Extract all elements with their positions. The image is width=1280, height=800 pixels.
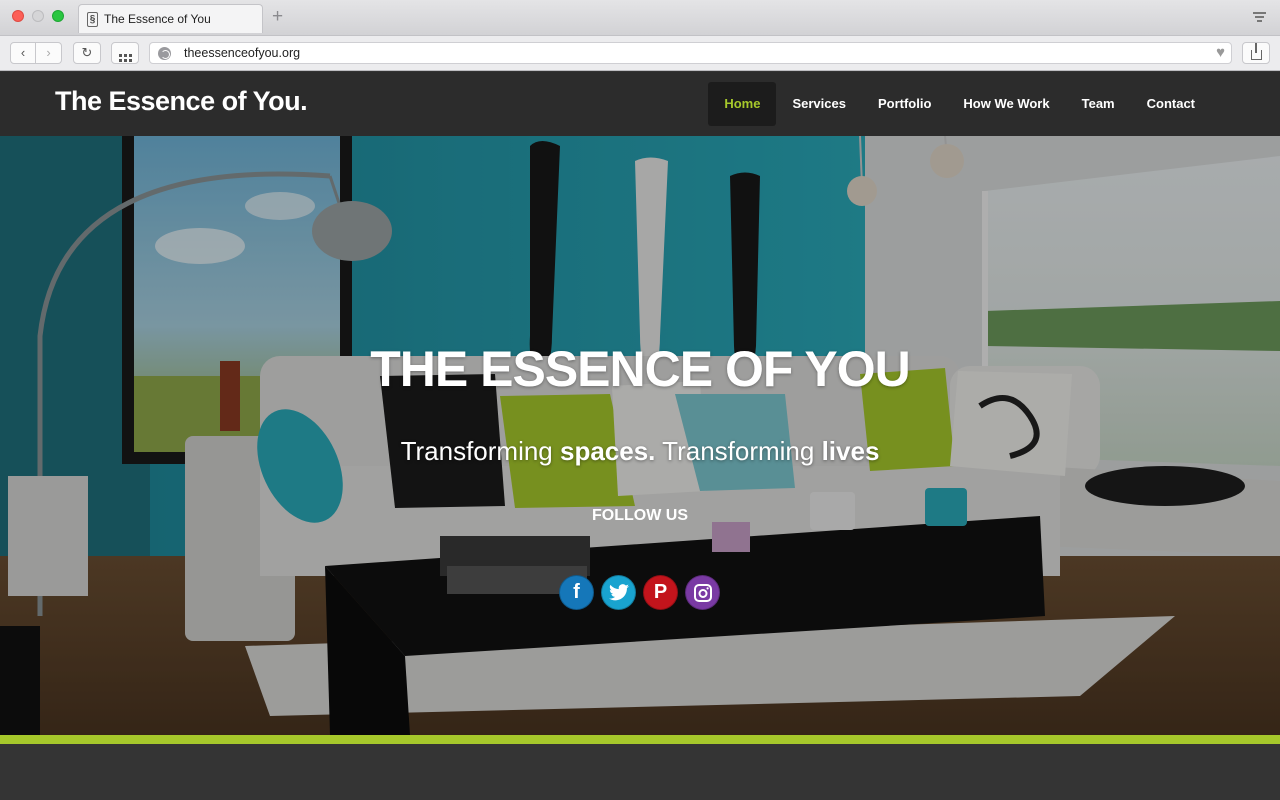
nav-contact[interactable]: Contact (1131, 82, 1211, 126)
hero-subtitle-part4: lives (821, 436, 880, 466)
hero-section: THE ESSENCE OF YOU Transforming spaces. … (0, 136, 1280, 735)
pinterest-icon[interactable]: P (643, 575, 678, 610)
hero-title: THE ESSENCE OF YOU (0, 340, 1280, 398)
share-icon (1250, 43, 1262, 60)
hero-title-part2: ESSENCE (480, 341, 713, 397)
tab-title: The Essence of You (104, 12, 211, 26)
globe-icon (158, 47, 171, 60)
nav-home[interactable]: Home (708, 82, 777, 126)
heart-icon[interactable]: ♥ (1216, 44, 1225, 62)
url-text: theessenceofyou.org (184, 46, 301, 60)
nav-services[interactable]: Services (776, 82, 862, 126)
twitter-icon[interactable] (601, 575, 636, 610)
grid-icon (118, 54, 132, 62)
favicon-icon: § (87, 12, 98, 27)
close-window-button[interactable] (12, 10, 24, 22)
follow-us-label: FOLLOW US (592, 507, 688, 524)
new-tab-button[interactable]: + (272, 7, 283, 27)
address-bar[interactable]: theessenceofyou.org ♥ (149, 42, 1232, 64)
nav-how-we-work[interactable]: How We Work (947, 82, 1065, 126)
hero-subtitle-part1: Transforming (400, 436, 560, 466)
hero-title-part1: THE (370, 341, 481, 397)
accent-divider (0, 735, 1280, 744)
nav-team[interactable]: Team (1066, 82, 1131, 126)
nav-portfolio[interactable]: Portfolio (862, 82, 947, 126)
share-button[interactable] (1242, 42, 1270, 64)
reload-button[interactable]: ↻ (73, 42, 101, 64)
hero-subtitle-part2: spaces. (560, 436, 656, 466)
minimize-window-button[interactable] (32, 10, 44, 22)
back-button[interactable]: ‹ (10, 42, 36, 64)
zoom-window-button[interactable] (52, 10, 64, 22)
site-header: The Essence of You. Home Services Portfo… (0, 72, 1280, 136)
social-links: f P (559, 575, 720, 610)
forward-button[interactable]: › (36, 42, 62, 64)
main-nav: Home Services Portfolio How We Work Team… (708, 82, 1211, 126)
hero-subtitle-part3: Transforming (655, 436, 822, 466)
hero-title-part3: OF (712, 341, 805, 397)
instagram-camera-glyph (693, 583, 712, 602)
hero-title-part4: YOU (804, 341, 910, 397)
footer (0, 744, 1280, 800)
browser-titlebar: § The Essence of You + (0, 0, 1280, 36)
top-sites-button[interactable] (111, 42, 139, 64)
site-logo[interactable]: The Essence of You. (55, 86, 308, 117)
tab-overview-icon[interactable] (1253, 12, 1266, 22)
browser-tab[interactable]: § The Essence of You (78, 4, 263, 33)
twitter-bird-glyph (608, 584, 629, 601)
browser-toolbar: ‹ › ↻ theessenceofyou.org ♥ (0, 36, 1280, 71)
instagram-icon[interactable] (685, 575, 720, 610)
hero-subtitle: Transforming spaces. Transforming lives (0, 436, 1280, 467)
facebook-icon[interactable]: f (559, 575, 594, 610)
